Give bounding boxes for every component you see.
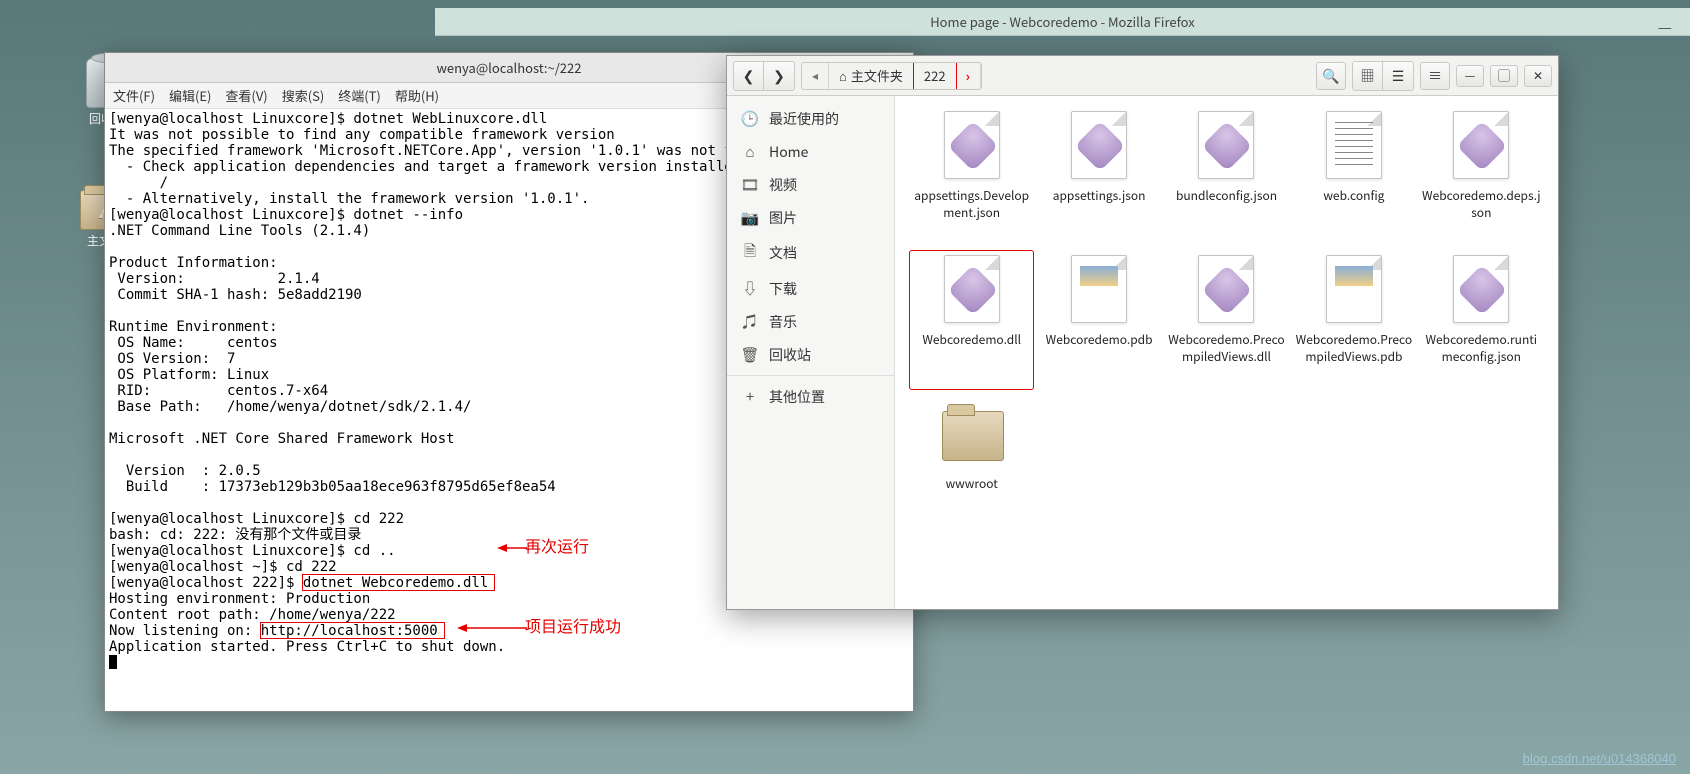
- breadcrumb-back-icon[interactable]: ◂: [802, 63, 829, 89]
- search-button[interactable]: 🔍: [1316, 62, 1346, 90]
- firefox-titlebar: Home page - Webcoredemo - Mozilla Firefo…: [435, 8, 1690, 36]
- minimize-icon[interactable]: —: [1658, 14, 1672, 38]
- file-icon: [1326, 255, 1382, 323]
- window-minimize-button[interactable]: —: [1456, 65, 1484, 87]
- file-manager-sidebar: 🕒 最近使用的 ⌂ Home 🎞 视频 📷 图片 🗎 文档 ⇩ 下载 ♫ 音乐 🗑 回收站 + 其他位置: [727, 96, 895, 609]
- file-item[interactable]: appsettings.json: [1036, 106, 1161, 246]
- window-maximize-button[interactable]: ▢: [1490, 65, 1518, 87]
- file-icon: [1326, 111, 1382, 179]
- file-item[interactable]: Webcoredemo.deps.json: [1419, 106, 1544, 246]
- file-item[interactable]: Webcoredemo.dll: [909, 250, 1034, 390]
- menu-help[interactable]: 帮助(H): [395, 86, 439, 105]
- file-label: Webcoredemo.pdb: [1046, 331, 1153, 348]
- file-manager-window: ❮ ❯ ◂ ⌂主文件夹 222 › 🔍 ▦ ☰ ≡ — ▢ ✕ 🕒 最近使用的 ⌂ H…: [726, 55, 1559, 610]
- file-icon: [1198, 111, 1254, 179]
- file-icon: [1071, 111, 1127, 179]
- sidebar-item[interactable]: 📷 图片: [727, 201, 894, 234]
- list-view-button[interactable]: ☰: [1383, 62, 1413, 90]
- sidebar-label: 图片: [769, 208, 797, 228]
- breadcrumb-home[interactable]: ⌂主文件夹: [829, 63, 914, 89]
- sidebar-item[interactable]: 🕒 最近使用的: [727, 102, 894, 135]
- sidebar-label: 回收站: [769, 345, 811, 365]
- sidebar-icon: +: [741, 386, 759, 407]
- sidebar-icon: 🗎: [741, 240, 759, 266]
- home-icon: ⌂: [839, 66, 847, 85]
- sidebar-item[interactable]: ⇩ 下载: [727, 272, 894, 305]
- sidebar-icon: 📷: [741, 207, 759, 228]
- terminal-title: wenya@localhost:~/222: [437, 58, 582, 77]
- sidebar-icon: 🎞: [741, 174, 759, 195]
- sidebar-label: 其他位置: [769, 387, 825, 407]
- sidebar-item[interactable]: ⌂ Home: [727, 135, 894, 168]
- folder-icon: [942, 411, 1004, 461]
- back-button[interactable]: ❮: [734, 62, 764, 90]
- file-item[interactable]: appsettings.Development.json: [909, 106, 1034, 246]
- file-label: bundleconfig.json: [1176, 187, 1277, 204]
- forward-button[interactable]: ❯: [764, 62, 794, 90]
- sidebar-icon: ⌂: [741, 141, 759, 162]
- sidebar-label: Home: [769, 142, 808, 162]
- grid-view-button[interactable]: ▦: [1353, 62, 1383, 90]
- menu-search[interactable]: 搜索(S): [282, 86, 325, 105]
- sidebar-label: 下载: [769, 279, 797, 299]
- file-label: appsettings.Development.json: [912, 187, 1031, 221]
- breadcrumb-current[interactable]: 222: [913, 62, 957, 90]
- menu-file[interactable]: 文件(F): [113, 86, 155, 105]
- file-icon: [1198, 255, 1254, 323]
- file-label: Webcoredemo.PrecompiledViews.dll: [1167, 331, 1286, 365]
- file-label: Webcoredemo.PrecompiledViews.pdb: [1294, 331, 1413, 365]
- sidebar-icon: 🗑: [741, 344, 759, 365]
- file-grid[interactable]: appsettings.Development.json appsettings.…: [895, 96, 1558, 609]
- menu-view[interactable]: 查看(V): [225, 86, 267, 105]
- menu-button[interactable]: ≡: [1420, 62, 1450, 90]
- sidebar-item[interactable]: 🗑 回收站: [727, 338, 894, 371]
- sidebar-item[interactable]: 🎞 视频: [727, 168, 894, 201]
- file-label: web.config: [1323, 187, 1384, 204]
- menu-terminal[interactable]: 终端(T): [338, 86, 381, 105]
- file-item[interactable]: web.config: [1291, 106, 1416, 246]
- file-item[interactable]: Webcoredemo.runtimeconfig.json: [1419, 250, 1544, 390]
- file-icon: [944, 255, 1000, 323]
- sidebar-label: 视频: [769, 175, 797, 195]
- file-label: Webcoredemo.runtimeconfig.json: [1422, 331, 1541, 365]
- file-manager-toolbar: ❮ ❯ ◂ ⌂主文件夹 222 › 🔍 ▦ ☰ ≡ — ▢ ✕: [727, 56, 1558, 96]
- watermark: blog.csdn.net/u014368040: [1523, 751, 1676, 766]
- breadcrumb-more-icon[interactable]: ›: [956, 63, 981, 89]
- file-icon: [944, 111, 1000, 179]
- file-label: Webcoredemo.deps.json: [1422, 187, 1541, 221]
- file-item[interactable]: bundleconfig.json: [1164, 106, 1289, 246]
- file-item[interactable]: wwwroot: [909, 394, 1034, 534]
- search-icon: 🔍: [1322, 66, 1339, 86]
- file-item[interactable]: Webcoredemo.PrecompiledViews.dll: [1164, 250, 1289, 390]
- sidebar-item[interactable]: ♫ 音乐: [727, 305, 894, 338]
- file-label: Webcoredemo.dll: [922, 331, 1021, 348]
- sidebar-label: 文档: [769, 243, 797, 263]
- menu-edit[interactable]: 编辑(E): [169, 86, 211, 105]
- sidebar-item[interactable]: 🗎 文档: [727, 234, 894, 272]
- sidebar-label: 最近使用的: [769, 109, 839, 129]
- file-icon: [1453, 111, 1509, 179]
- sidebar-icon: ⇩: [741, 278, 759, 299]
- file-item[interactable]: Webcoredemo.pdb: [1036, 250, 1161, 390]
- sidebar-icon: 🕒: [741, 108, 759, 129]
- file-icon: [1453, 255, 1509, 323]
- firefox-title: Home page - Webcoredemo - Mozilla Firefo…: [930, 12, 1195, 31]
- file-label: appsettings.json: [1053, 187, 1146, 204]
- sidebar-icon: ♫: [741, 311, 759, 332]
- file-label: wwwroot: [946, 475, 998, 492]
- breadcrumb-bar: ◂ ⌂主文件夹 222 ›: [801, 62, 982, 90]
- file-icon: [1071, 255, 1127, 323]
- sidebar-label: 音乐: [769, 312, 797, 332]
- sidebar-item[interactable]: + 其他位置: [727, 375, 894, 413]
- window-close-button[interactable]: ✕: [1524, 65, 1552, 87]
- file-item[interactable]: Webcoredemo.PrecompiledViews.pdb: [1291, 250, 1416, 390]
